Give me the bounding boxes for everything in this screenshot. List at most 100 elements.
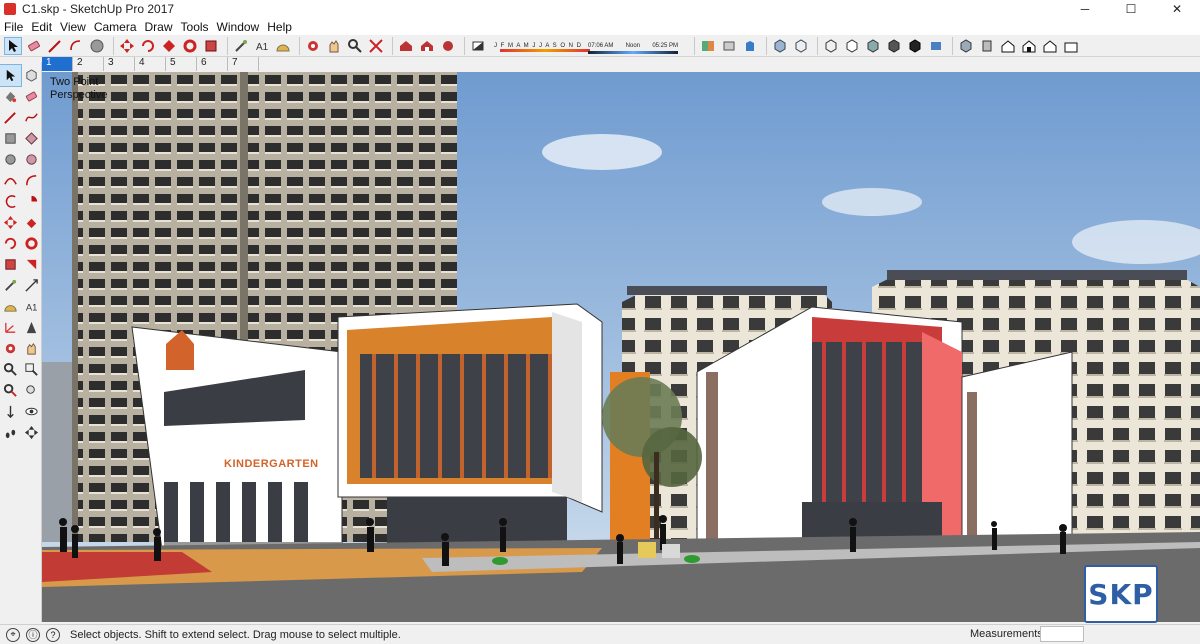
scale-icon[interactable]	[0, 254, 21, 275]
eraser-icon[interactable]	[21, 86, 42, 107]
style-wireframe-icon[interactable]	[822, 37, 840, 55]
circle-icon[interactable]	[0, 149, 21, 170]
previous-view-icon[interactable]	[21, 380, 42, 401]
style-xray-icon[interactable]	[771, 37, 789, 55]
scene-tab-1[interactable]: 1	[42, 57, 73, 71]
push-pull-icon[interactable]	[21, 212, 42, 233]
line-icon[interactable]	[0, 107, 21, 128]
menu-window[interactable]: Window	[217, 20, 260, 34]
menu-help[interactable]: Help	[267, 20, 292, 34]
move-icon[interactable]	[118, 37, 136, 55]
shadow-toggle-icon[interactable]	[469, 37, 487, 55]
style-textures-icon[interactable]	[885, 37, 903, 55]
3d-text-icon[interactable]	[21, 317, 42, 338]
rotate-icon[interactable]	[0, 233, 21, 254]
protractor-icon[interactable]	[274, 37, 292, 55]
text-icon[interactable]: A1	[21, 296, 42, 317]
menu-tools[interactable]: Tools	[181, 20, 209, 34]
walk-icon[interactable]	[0, 422, 21, 443]
scale-icon[interactable]	[160, 37, 178, 55]
dimension-icon[interactable]	[21, 275, 42, 296]
dimension-icon[interactable]: A1	[253, 37, 271, 55]
iso-view-icon[interactable]	[957, 37, 975, 55]
rectangle-icon[interactable]	[0, 128, 21, 149]
three-point-arc-icon[interactable]	[0, 191, 21, 212]
minimize-button[interactable]: ─	[1062, 0, 1108, 18]
protractor-icon[interactable]	[0, 296, 21, 317]
style-shaded-icon[interactable]	[864, 37, 882, 55]
eraser-icon[interactable]	[25, 37, 43, 55]
follow-me-icon[interactable]	[181, 37, 199, 55]
scene-tab-2[interactable]: 2	[73, 57, 104, 71]
display-section-icon[interactable]	[720, 37, 738, 55]
axes-icon[interactable]	[0, 317, 21, 338]
zoom-extents-icon[interactable]	[367, 37, 385, 55]
left-view-icon[interactable]	[1062, 37, 1080, 55]
scene-tab-6[interactable]: 6	[197, 57, 228, 71]
zoom-icon[interactable]	[0, 359, 21, 380]
shadow-settings[interactable]: J F M A M J J A S O N D 07:06 AM Noon 05…	[494, 37, 686, 55]
style-extra-icon[interactable]	[927, 37, 945, 55]
position-camera-icon[interactable]	[0, 401, 21, 422]
scene-tab-3[interactable]: 3	[104, 57, 135, 71]
select-icon[interactable]	[0, 64, 22, 87]
offset-icon[interactable]	[202, 37, 220, 55]
style-hidden-line-icon[interactable]	[843, 37, 861, 55]
freehand-icon[interactable]	[21, 107, 42, 128]
menu-view[interactable]: View	[60, 20, 86, 34]
menu-edit[interactable]: Edit	[31, 20, 52, 34]
maximize-button[interactable]: ☐	[1108, 0, 1154, 18]
scene-tab-7[interactable]: 7	[228, 57, 259, 71]
line-icon[interactable]	[46, 37, 64, 55]
paint-bucket-icon[interactable]	[0, 86, 21, 107]
zoom-extents-icon[interactable]	[0, 380, 21, 401]
right-view-icon[interactable]	[1020, 37, 1038, 55]
warehouse-icon[interactable]	[397, 37, 415, 55]
paint-icon[interactable]	[88, 37, 106, 55]
section-fill-icon[interactable]	[741, 37, 759, 55]
shadow-month-slider[interactable]: J F M A M J J A S O N D	[494, 43, 590, 52]
style-monochrome-icon[interactable]	[906, 37, 924, 55]
pan-icon[interactable]	[325, 37, 343, 55]
share-icon[interactable]	[418, 37, 436, 55]
pie-icon[interactable]	[21, 191, 42, 212]
close-button[interactable]: ✕	[1154, 0, 1200, 18]
scene-tab-5[interactable]: 5	[166, 57, 197, 71]
component-icon[interactable]	[21, 65, 42, 86]
section-icon[interactable]	[699, 37, 717, 55]
scene-tab-4[interactable]: 4	[135, 57, 166, 71]
select-icon[interactable]	[4, 36, 22, 55]
rotate-icon[interactable]	[139, 37, 157, 55]
orbit-icon[interactable]	[304, 37, 322, 55]
shape-icon[interactable]	[67, 37, 85, 55]
pan-icon[interactable]	[21, 338, 42, 359]
menu-file[interactable]: File	[4, 20, 23, 34]
zoom-window-icon[interactable]	[21, 359, 42, 380]
extension-icon[interactable]	[439, 37, 457, 55]
instructor-icon[interactable]: ?	[46, 627, 60, 642]
tape-measure-icon[interactable]	[0, 275, 21, 296]
polygon-icon[interactable]	[21, 149, 42, 170]
offset-icon[interactable]	[21, 254, 42, 275]
back-view-icon[interactable]	[1041, 37, 1059, 55]
style-back-edges-icon[interactable]	[792, 37, 810, 55]
menu-draw[interactable]: Draw	[145, 20, 173, 34]
top-view-icon[interactable]	[978, 37, 996, 55]
measurements-input[interactable]	[1040, 626, 1084, 642]
arc-icon[interactable]	[0, 170, 21, 191]
orbit-icon[interactable]	[0, 338, 21, 359]
section-plane-icon[interactable]	[21, 422, 42, 443]
move-icon[interactable]	[0, 212, 21, 233]
follow-me-icon[interactable]	[21, 233, 42, 254]
shadow-time-slider[interactable]: 07:06 AM Noon 05:25 PM	[588, 43, 679, 54]
look-around-icon[interactable]	[21, 401, 42, 422]
front-view-icon[interactable]	[999, 37, 1017, 55]
geolocation-icon[interactable]: ⌖	[6, 627, 20, 642]
credits-icon[interactable]: ⓘ	[26, 627, 40, 642]
two-point-arc-icon[interactable]	[21, 170, 42, 191]
drawing-viewport[interactable]: Two Point Perspective KINDERGARTEN	[42, 72, 1200, 622]
menu-camera[interactable]: Camera	[94, 20, 137, 34]
rotated-rectangle-icon[interactable]	[21, 128, 42, 149]
tape-icon[interactable]	[232, 37, 250, 55]
zoom-icon[interactable]	[346, 37, 364, 55]
